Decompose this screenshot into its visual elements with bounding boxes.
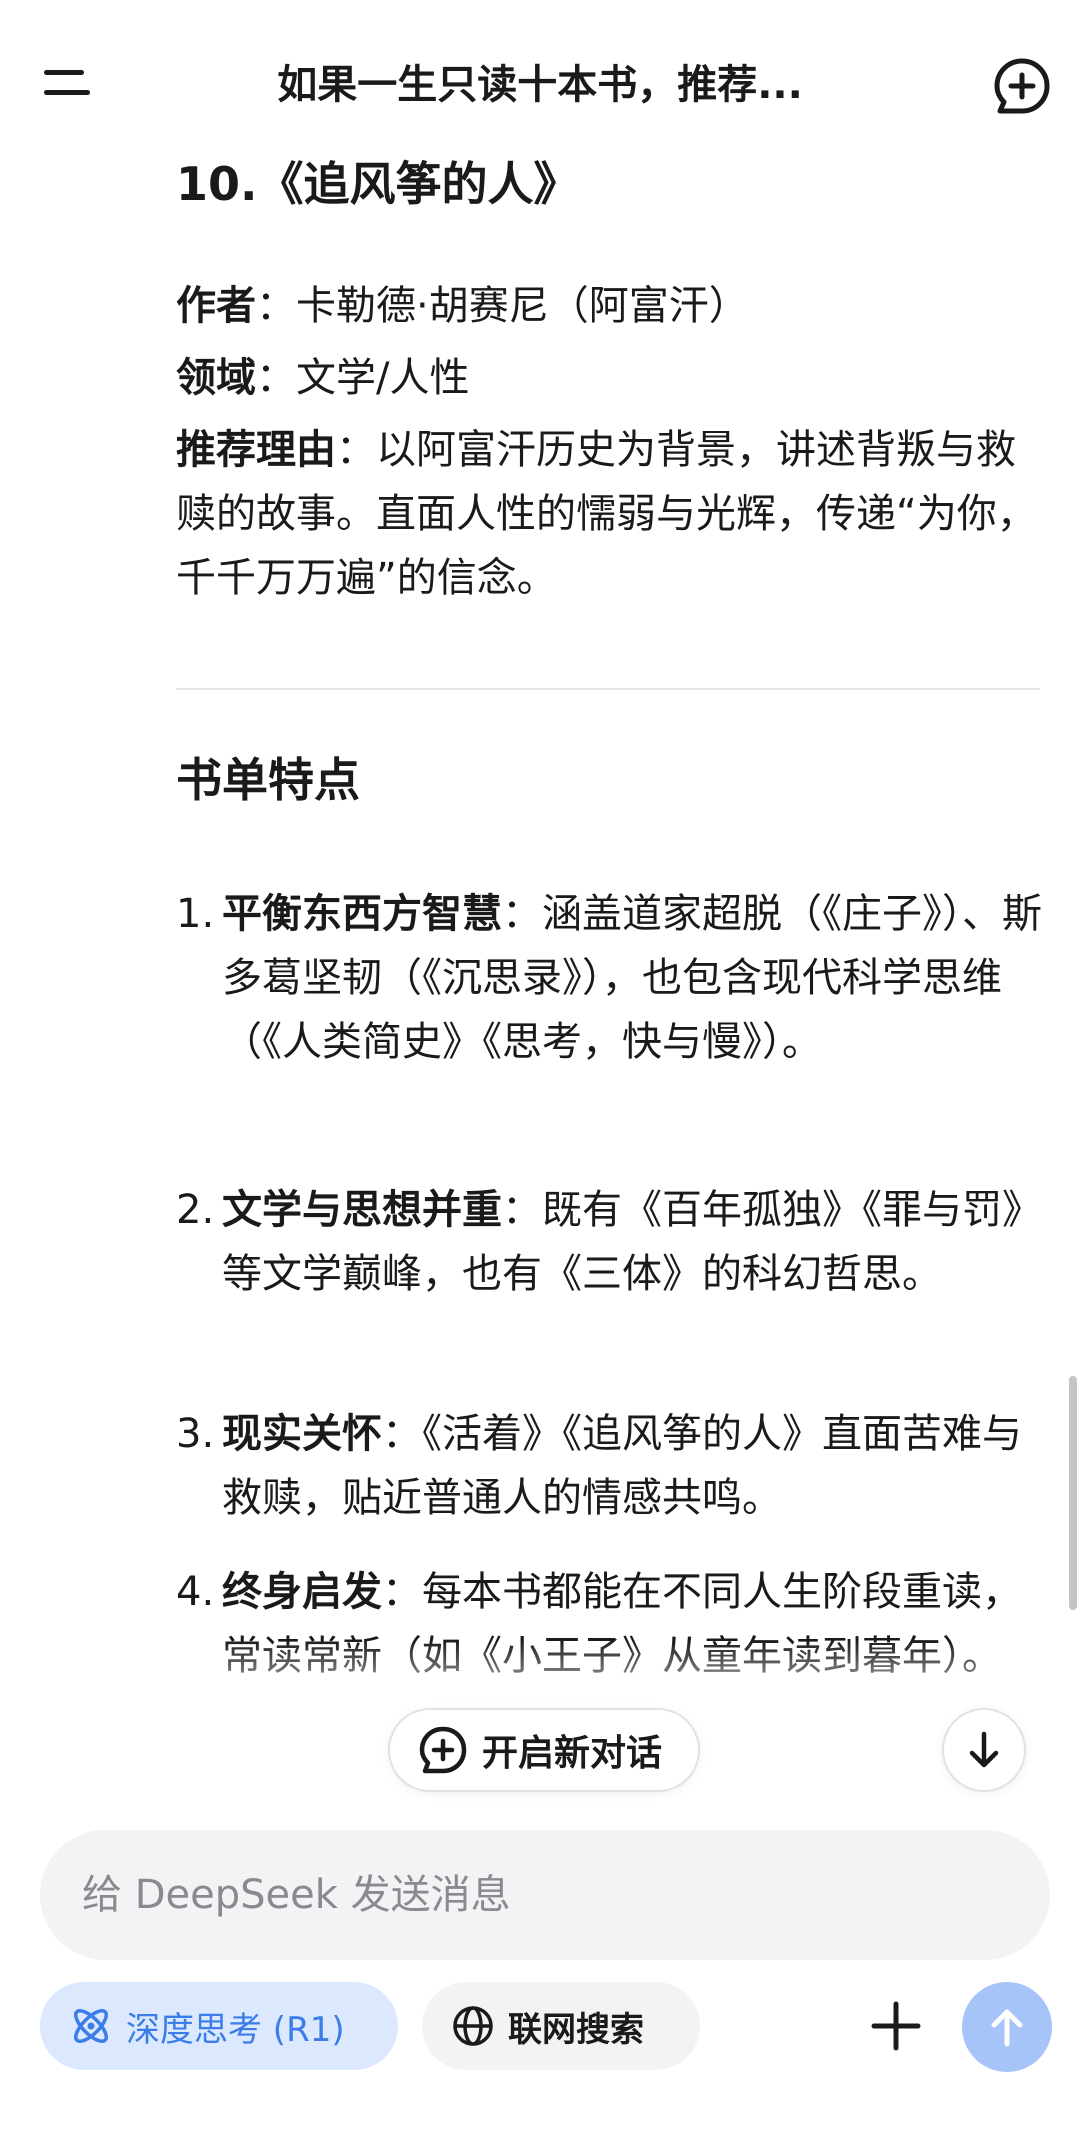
page-title: 如果一生只读十本书，推荐... [277, 62, 803, 108]
plus-icon [871, 2001, 921, 2051]
list-item-label: 平衡东西方智慧 [222, 891, 502, 937]
list-item-number: 2. [176, 1187, 215, 1233]
author-line: 作者：卡勒德·胡赛尼（阿富汗） [176, 274, 1046, 338]
arrow-down-icon [969, 1731, 999, 1768]
list-item: 2. 文学与思想并重：既有《百年孤独》《罪与罚》等文学巅峰，也有《三体》的科幻哲… [176, 1178, 1046, 1306]
list-item-number: 3. [176, 1411, 215, 1457]
reason-paragraph: 推荐理由：以阿富汗历史为背景，讲述背叛与救赎的故事。直面人性的懦弱与光辉，传递“… [176, 418, 1046, 610]
author-value: ：卡勒德·胡赛尼（阿富汗） [256, 283, 749, 329]
top-bar: 如果一生只读十本书，推荐... [0, 0, 1080, 150]
author-label: 作者 [176, 283, 256, 329]
field-value: ：文学/人性 [256, 355, 470, 401]
chat-plus-icon [419, 1726, 467, 1774]
list-item: 1. 平衡东西方智慧：涵盖道家超脱（《庄子》）、斯多葛坚韧（《沉思录》），也包含… [176, 882, 1046, 1074]
atom-icon [74, 2009, 108, 2043]
scrollbar[interactable] [1069, 1376, 1077, 1610]
message-input[interactable]: 给 DeepSeek 发送消息 [40, 1830, 1050, 1960]
list-item-label: 文学与思想并重 [222, 1187, 502, 1233]
list-item-label: 现实关怀 [222, 1411, 382, 1457]
new-dialog-button[interactable]: 开启新对话 [388, 1708, 700, 1792]
chat-screen: 10.《追风筝的人》 作者：卡勒德·胡赛尼（阿富汗） 领域：文学/人性 推荐理由… [0, 0, 1080, 2136]
web-search-button[interactable]: 联网搜索 [422, 1982, 700, 2070]
arrow-up-icon [991, 2009, 1023, 2047]
new-dialog-label: 开启新对话 [482, 1733, 663, 1774]
book-title: 10.《追风筝的人》 [176, 157, 580, 211]
new-chat-button[interactable] [992, 56, 1052, 116]
reason-label: 推荐理由 [176, 427, 336, 473]
deep-think-label: 深度思考 (R1) [126, 2009, 345, 2050]
section-title: 书单特点 [176, 753, 360, 807]
field-label: 领域 [176, 355, 256, 401]
menu-button[interactable] [44, 62, 96, 102]
list-item-label: 终身启发 [222, 1569, 382, 1615]
list-item-number: 4. [176, 1569, 215, 1615]
list-item: 3. 现实关怀：《活着》《追风筝的人》直面苦难与救赎，贴近普通人的情感共鸣。 [176, 1402, 1046, 1530]
field-line: 领域：文学/人性 [176, 346, 1046, 410]
deep-think-button[interactable]: 深度思考 (R1) [40, 1982, 398, 2070]
attach-button[interactable] [868, 1998, 924, 2054]
send-button[interactable] [962, 1982, 1052, 2072]
scroll-to-bottom-button[interactable] [942, 1708, 1026, 1792]
globe-icon [453, 2006, 493, 2046]
list-item-number: 1. [176, 891, 215, 937]
section-divider [176, 688, 1040, 690]
web-search-label: 联网搜索 [508, 2009, 644, 2050]
chat-plus-icon [994, 58, 1050, 114]
